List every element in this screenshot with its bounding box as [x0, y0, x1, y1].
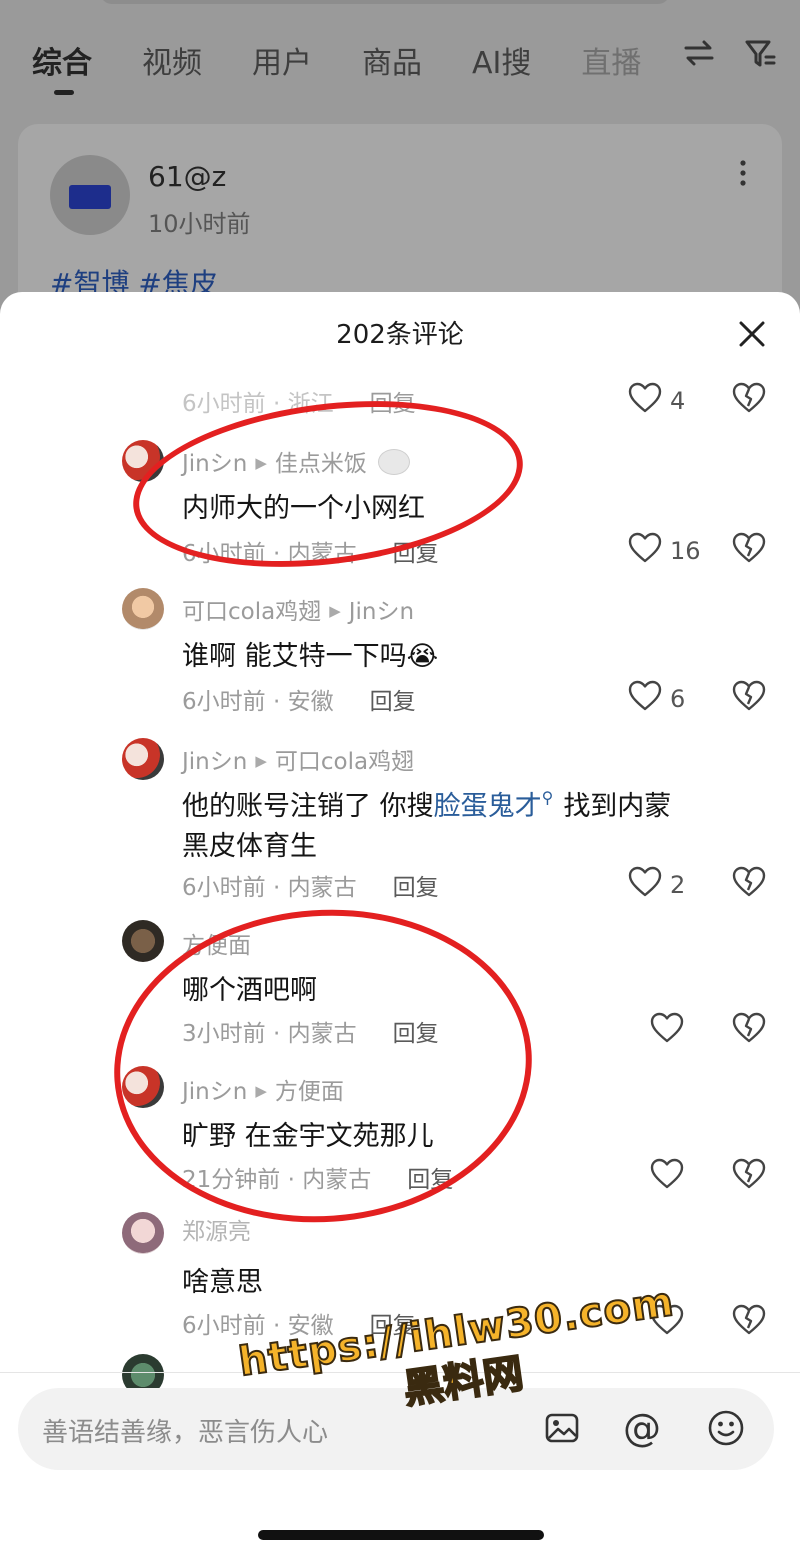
- close-icon[interactable]: [732, 314, 772, 354]
- reply-button[interactable]: 回复: [393, 875, 439, 901]
- broken-heart-icon[interactable]: [732, 382, 766, 418]
- comment-text-line2: 黑皮体育生: [182, 831, 317, 862]
- avatar[interactable]: [50, 155, 130, 235]
- comment-user[interactable]: 郑源亮: [182, 1212, 251, 1246]
- comment-text: 他的账号注销了 你搜脸蛋鬼才⚲ 找到内蒙: [182, 788, 672, 822]
- reply-target[interactable]: 可口cola鸡翅: [275, 749, 414, 775]
- broken-heart-icon[interactable]: [732, 866, 766, 902]
- emoji-icon[interactable]: [704, 1406, 748, 1450]
- like-button[interactable]: [650, 1012, 684, 1050]
- heart-icon: [628, 382, 662, 420]
- home-indicator[interactable]: [258, 1530, 544, 1540]
- comment-text: 谁啊 能艾特一下吗😭: [182, 641, 439, 672]
- comment-user-line: Jinシn ▶ 可口cola鸡翅: [182, 749, 415, 775]
- broken-heart-icon[interactable]: [732, 1012, 766, 1048]
- like-count: 2: [670, 871, 686, 899]
- heart-icon: [650, 1158, 684, 1196]
- comment-user-line: 可口cola鸡翅 ▶ Jinシn: [182, 599, 415, 625]
- tab-video[interactable]: 视频: [142, 38, 202, 82]
- at-icon[interactable]: @: [620, 1406, 664, 1450]
- reply-target[interactable]: Jinシn: [349, 599, 414, 625]
- search-bar[interactable]: [100, 0, 670, 4]
- avatar[interactable]: [122, 588, 164, 630]
- filter-icon[interactable]: [744, 38, 776, 78]
- tab-comprehensive[interactable]: 综合: [32, 38, 92, 95]
- more-vertical-icon[interactable]: [736, 158, 750, 195]
- swap-icon[interactable]: [682, 38, 716, 78]
- avatar[interactable]: [122, 738, 164, 780]
- comment-meta: 6小时前 · 安徽 回复: [182, 689, 416, 715]
- heart-icon: [628, 532, 662, 570]
- avatar[interactable]: [122, 920, 164, 962]
- heart-icon: [650, 1012, 684, 1050]
- tab-live[interactable]: 直播: [581, 38, 641, 82]
- comment-text: 啥意思: [182, 1267, 263, 1298]
- like-button[interactable]: 2: [628, 866, 685, 904]
- image-icon[interactable]: [540, 1406, 584, 1450]
- search-icon: ⚲: [541, 788, 554, 807]
- post-author[interactable]: 61@z: [148, 160, 226, 193]
- broken-heart-icon[interactable]: [732, 1158, 766, 1194]
- like-count: 16: [670, 537, 701, 565]
- reply-button[interactable]: 回复: [370, 689, 416, 715]
- comment-user[interactable]: 可口cola鸡翅: [182, 599, 321, 625]
- tab-ai-search[interactable]: AI搜: [472, 38, 531, 82]
- search-link[interactable]: 脸蛋鬼才: [434, 791, 542, 822]
- heart-icon: [628, 866, 662, 904]
- like-button[interactable]: 6: [628, 680, 685, 718]
- heart-icon: [628, 680, 662, 718]
- comment-user[interactable]: Jinシn: [182, 749, 247, 775]
- like-button[interactable]: 16: [628, 532, 701, 570]
- comment-count-title: 202条评论: [336, 320, 464, 350]
- like-count: 4: [670, 387, 686, 415]
- like-count: 6: [670, 685, 686, 713]
- search-tabs: 综合 视频 用户 商品 AI搜 直播: [32, 36, 780, 95]
- annotation-circle: [103, 895, 543, 1237]
- comment-meta: 6小时前 · 内蒙古 回复: [182, 875, 439, 901]
- broken-heart-icon[interactable]: [732, 1304, 766, 1340]
- broken-heart-icon[interactable]: [732, 680, 766, 716]
- tab-products[interactable]: 商品: [362, 38, 422, 82]
- like-button[interactable]: [650, 1158, 684, 1196]
- background-page: 综合 视频 用户 商品 AI搜 直播 61@z 10小时前 #智博 #焦皮: [0, 0, 800, 344]
- like-button[interactable]: 4: [628, 382, 685, 420]
- post-time: 10小时前: [148, 210, 251, 238]
- tab-users[interactable]: 用户: [252, 38, 312, 82]
- broken-heart-icon[interactable]: [732, 532, 766, 568]
- avatar[interactable]: [122, 1212, 164, 1254]
